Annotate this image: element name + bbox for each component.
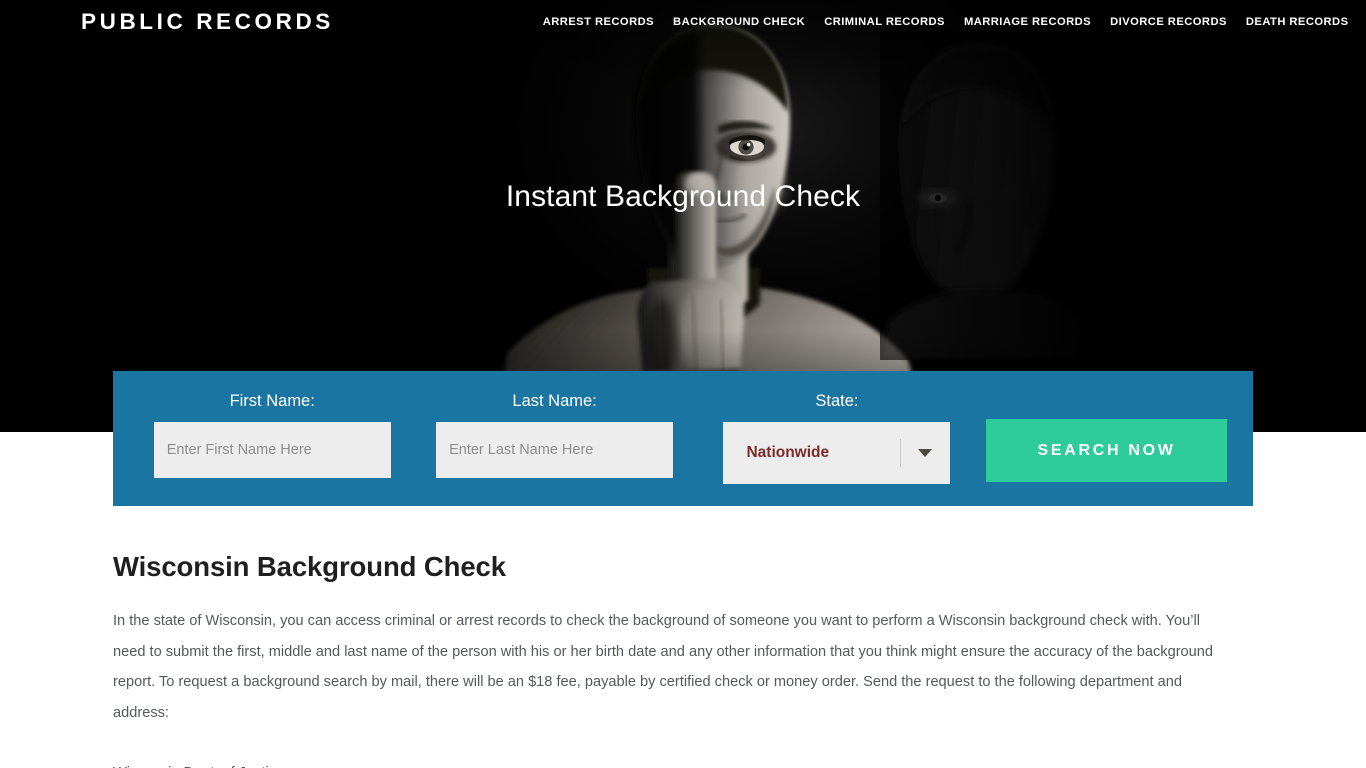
page-title: Wisconsin Background Check: [113, 551, 506, 582]
first-name-input[interactable]: [153, 422, 391, 478]
hero-section: [0, 0, 1366, 432]
article-section: Wisconsin Background Check In the state …: [113, 550, 1226, 768]
search-now-button[interactable]: SEARCH NOW: [986, 419, 1228, 482]
last-name-input[interactable]: [436, 422, 674, 478]
article-paragraph-1: In the state of Wisconsin, you can acces…: [113, 613, 1214, 721]
nav-item-death-records[interactable]: DEATH RECORDS: [1236, 14, 1358, 30]
state-select[interactable]: Nationwide: [723, 422, 951, 484]
top-navigation-bar: PUBLIC RECORDS ARREST RECORDS BACKGROUND…: [0, 0, 1366, 44]
state-field-group: State: Nationwide: [696, 390, 978, 484]
search-form-panel: First Name: Last Name: State: Nationwide…: [113, 371, 1253, 506]
site-logo[interactable]: PUBLIC RECORDS: [81, 8, 334, 36]
nav-item-background-check[interactable]: BACKGROUND CHECK: [664, 14, 815, 30]
select-divider: [900, 439, 902, 467]
first-name-label: First Name:: [229, 392, 315, 410]
hero-title: Instant Background Check: [505, 180, 861, 213]
nav-item-arrest-records[interactable]: ARREST RECORDS: [533, 14, 663, 30]
nav-item-divorce-records[interactable]: DIVORCE RECORDS: [1101, 14, 1237, 30]
nav-item-criminal-records[interactable]: CRIMINAL RECORDS: [815, 14, 955, 30]
search-fields-row: First Name: Last Name: State: Nationwide…: [113, 371, 1253, 506]
state-label: State:: [815, 392, 859, 410]
article-paragraph-2: Wisconsin Dept. of Justice: [113, 758, 1226, 768]
chevron-down-icon: [918, 449, 933, 457]
submit-field-group: SEARCH NOW: [978, 390, 1235, 482]
last-name-field-group: Last Name:: [413, 390, 695, 478]
first-name-field-group: First Name:: [131, 390, 413, 478]
nav-item-marriage-records[interactable]: MARRIAGE RECORDS: [954, 14, 1100, 30]
last-name-label: Last Name:: [512, 392, 597, 410]
main-nav: ARREST RECORDS BACKGROUND CHECK CRIMINAL…: [533, 14, 1358, 30]
state-select-value: Nationwide: [746, 444, 830, 461]
